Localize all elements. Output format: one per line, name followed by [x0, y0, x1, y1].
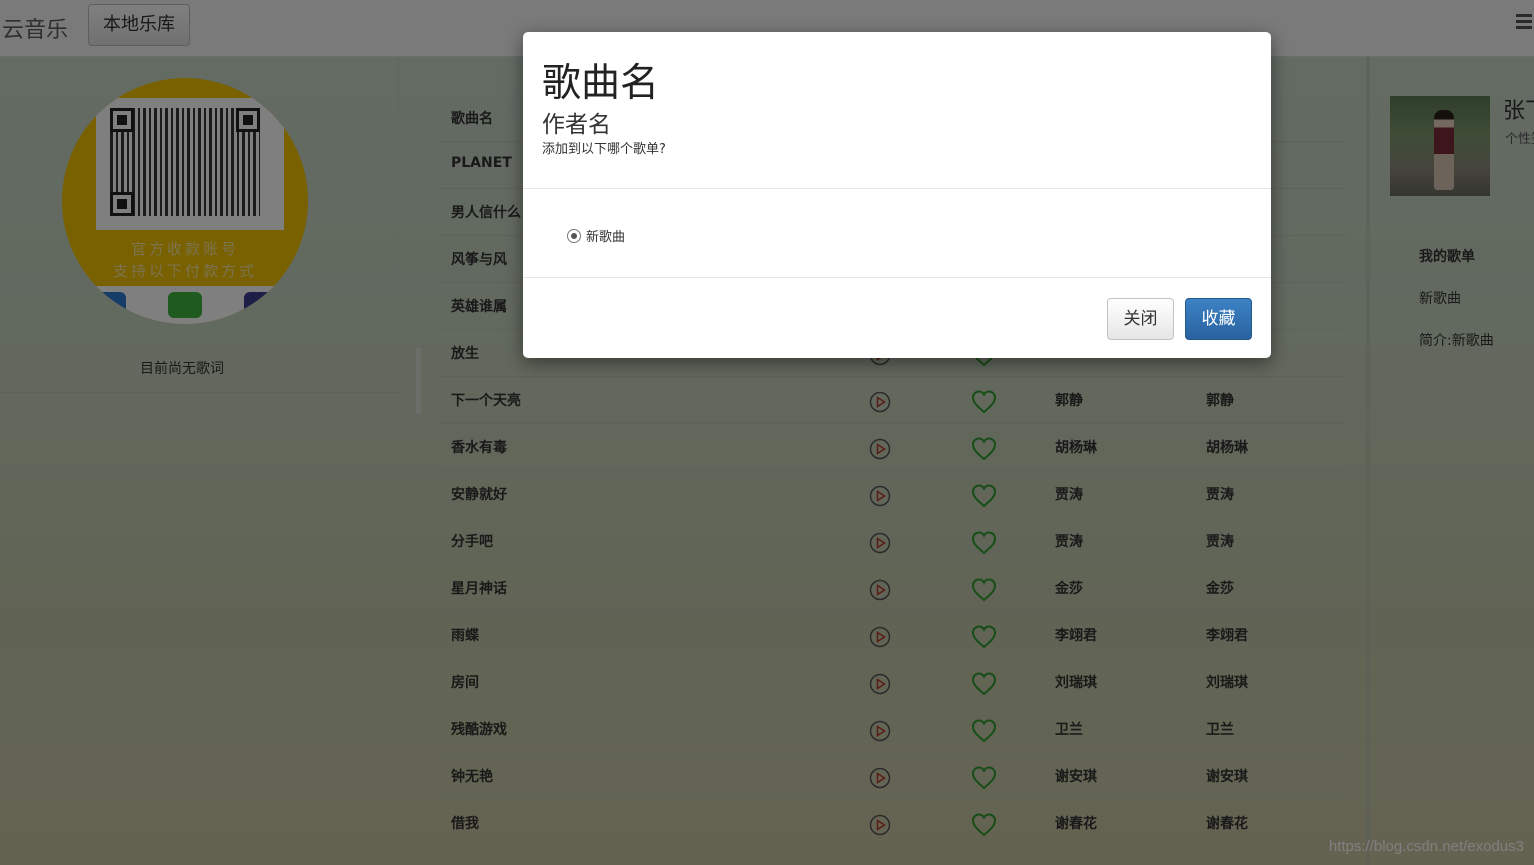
- dialog-header: 歌曲名 作者名 添加到以下哪个歌单?: [523, 32, 1271, 189]
- radio-selected-icon[interactable]: [567, 229, 581, 243]
- dialog-artist-name: 作者名: [542, 112, 611, 138]
- close-button[interactable]: 关闭: [1107, 298, 1174, 340]
- playlist-option[interactable]: 新歌曲: [567, 226, 625, 245]
- dialog-body: 新歌曲: [523, 189, 1271, 278]
- dialog-prompt: 添加到以下哪个歌单?: [542, 142, 666, 157]
- playlist-option-label[interactable]: 新歌曲: [586, 230, 625, 245]
- add-to-playlist-dialog: 歌曲名 作者名 添加到以下哪个歌单? 新歌曲 关闭 收藏: [523, 32, 1271, 358]
- collect-button[interactable]: 收藏: [1185, 298, 1252, 340]
- dialog-song-title: 歌曲名: [542, 61, 660, 106]
